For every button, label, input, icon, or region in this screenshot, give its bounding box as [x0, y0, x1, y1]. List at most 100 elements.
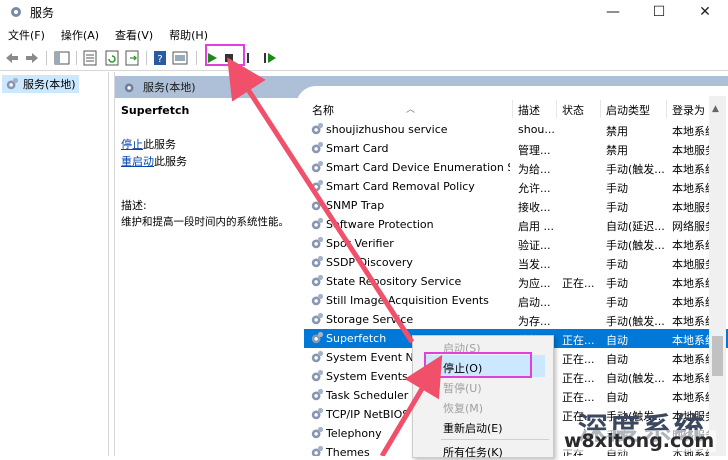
cell-desc: 接收...	[518, 201, 551, 214]
cell-startup: 自动	[606, 353, 628, 366]
service-gear-icon	[311, 160, 324, 173]
service-gear-icon	[311, 445, 324, 456]
cell-startup: 禁用	[606, 144, 628, 157]
context-pause[interactable]: 暂停(U)	[443, 380, 482, 396]
cell-status: 正在...	[562, 277, 595, 290]
cell-desc: shou...	[518, 123, 555, 136]
cell-name: SSDP Discovery	[326, 256, 413, 269]
minimize-button[interactable]: —	[590, 0, 636, 24]
cell-desc: 为给...	[518, 163, 551, 176]
cell-desc: 管理...	[518, 144, 551, 157]
table-row[interactable]: Smart Card 管理... 禁用 本地服务	[304, 139, 728, 158]
watermark-url: w8xitong.com	[562, 430, 717, 452]
column-log-on-as[interactable]: 登录为	[672, 102, 705, 118]
export-icon[interactable]	[124, 50, 140, 66]
table-row[interactable]: Smart Card Removal Policy 允许... 手动 本地系统	[304, 177, 728, 196]
column-status[interactable]: 状态	[562, 102, 584, 118]
cell-status: 正在...	[562, 353, 595, 366]
service-gear-icon	[311, 312, 324, 325]
cell-name: Smart Card Device Enumeration S...	[326, 161, 510, 174]
services-gear-icon	[124, 83, 134, 93]
context-restart[interactable]: 重新启动(E)	[443, 420, 503, 436]
description-text: 维护和提高一段时间内的系统性能。	[121, 216, 289, 228]
cell-name: Spot Verifier	[326, 237, 394, 250]
service-gear-icon	[311, 274, 324, 287]
table-row[interactable]: shoujizhushou service shou... 禁用 本地系统	[304, 120, 728, 139]
scroll-up-icon[interactable]: ▲	[712, 104, 719, 114]
properties-icon[interactable]	[172, 50, 188, 66]
table-row[interactable]: Still Image Acquisition Events 启动... 手动 本地系…	[304, 291, 728, 310]
menu-help[interactable]: 帮助(H)	[161, 27, 216, 43]
services-gear-icon	[11, 7, 21, 17]
column-startup-type[interactable]: 启动类型	[606, 102, 650, 118]
cell-status: 正在...	[562, 334, 595, 347]
description-label: 描述:	[121, 199, 147, 212]
stop-toolbar-highlight-box	[205, 44, 245, 66]
service-gear-icon	[311, 122, 324, 135]
refresh-icon[interactable]	[104, 50, 120, 66]
column-description[interactable]: 描述	[518, 102, 540, 118]
table-row[interactable]: Spot Verifier 验证... 手动(触发... 本地系统	[304, 234, 728, 253]
service-gear-icon	[311, 198, 324, 211]
cell-startup: 手动	[606, 277, 628, 290]
cell-name: Storage Service	[326, 313, 414, 326]
cell-desc: 为存...	[518, 315, 551, 328]
service-gear-icon	[311, 217, 324, 230]
table-row[interactable]: Smart Card Device Enumeration S... 为给... 手…	[304, 158, 728, 177]
close-button[interactable]: ✕	[682, 0, 728, 24]
menu-file[interactable]: 文件(F)	[0, 27, 53, 43]
service-gear-icon	[311, 388, 324, 401]
scroll-thumb[interactable]	[712, 336, 723, 376]
back-arrow-icon[interactable]	[4, 50, 20, 66]
restart-service-link[interactable]: 重启动	[121, 155, 154, 168]
vertical-scrollbar[interactable]: ▲	[709, 96, 726, 456]
restart-service-icon[interactable]	[262, 50, 278, 66]
svg-text:?: ?	[157, 54, 162, 65]
cell-desc: 允许...	[518, 182, 551, 195]
selected-service-name: Superfetch	[121, 104, 190, 117]
cell-startup: 手动	[606, 258, 628, 271]
cell-startup: 自动	[606, 334, 628, 347]
list-view-icon[interactable]	[82, 50, 98, 66]
service-gear-icon	[311, 331, 324, 344]
column-name[interactable]: 名称	[312, 102, 334, 118]
table-row[interactable]: Software Protection 启用 ... 自动(延迟... 网络服务	[304, 215, 728, 234]
stop-menu-highlight-box	[424, 352, 532, 378]
context-resume[interactable]: 恢复(M)	[443, 400, 483, 416]
table-row[interactable]: SNMP Trap 接收... 手动 本地服务	[304, 196, 728, 215]
table-header: ︿ 名称 描述 状态 启动类型 登录为	[304, 100, 728, 118]
cell-startup: 手动(触发...	[606, 163, 665, 176]
cell-desc: 启用 ...	[518, 220, 554, 233]
table-row[interactable]: Storage Service 为存... 手动(触发... 本地系统	[304, 310, 728, 329]
help-icon[interactable]: ?	[152, 50, 168, 66]
maximize-button[interactable]: ☐	[636, 0, 682, 24]
cell-startup: 手动	[606, 296, 628, 309]
console-tree-icon[interactable]	[54, 50, 70, 66]
cell-name: Smart Card	[326, 142, 389, 155]
table-row[interactable]: SSDP Discovery 当发... 手动 本地服务	[304, 253, 728, 272]
cell-status: 正在...	[562, 372, 595, 385]
service-gear-icon	[311, 350, 324, 363]
service-gear-icon	[311, 255, 324, 268]
cell-startup: 手动(触发...	[606, 239, 665, 252]
menu-action[interactable]: 操作(A)	[53, 27, 107, 43]
stop-link-suffix: 此服务	[143, 138, 176, 151]
service-gear-icon	[311, 426, 324, 439]
menu-view[interactable]: 查看(V)	[107, 27, 161, 43]
cell-name: Smart Card Removal Policy	[326, 180, 475, 193]
tree-item-label: 服务(本地)	[23, 78, 76, 91]
table-row[interactable]: State Repository Service 为应... 正在... 手动 本地系统	[304, 272, 728, 291]
cell-name: Still Image Acquisition Events	[326, 294, 489, 307]
stop-service-link[interactable]: 停止	[121, 138, 143, 151]
cell-startup: 自动	[606, 391, 628, 404]
service-gear-icon	[311, 179, 324, 192]
tree-item-services-local[interactable]: 服务(本地)	[2, 75, 79, 93]
context-all-tasks[interactable]: 所有任务(K)	[443, 444, 503, 460]
panel-header-label: 服务(本地)	[143, 81, 196, 94]
service-gear-icon	[311, 141, 324, 154]
forward-arrow-icon[interactable]	[24, 50, 40, 66]
console-tree: 服务(本地)	[0, 72, 109, 456]
window-title: 服务	[30, 5, 55, 20]
cell-status: 正在...	[562, 391, 595, 404]
cell-name: Software Protection	[326, 218, 434, 231]
